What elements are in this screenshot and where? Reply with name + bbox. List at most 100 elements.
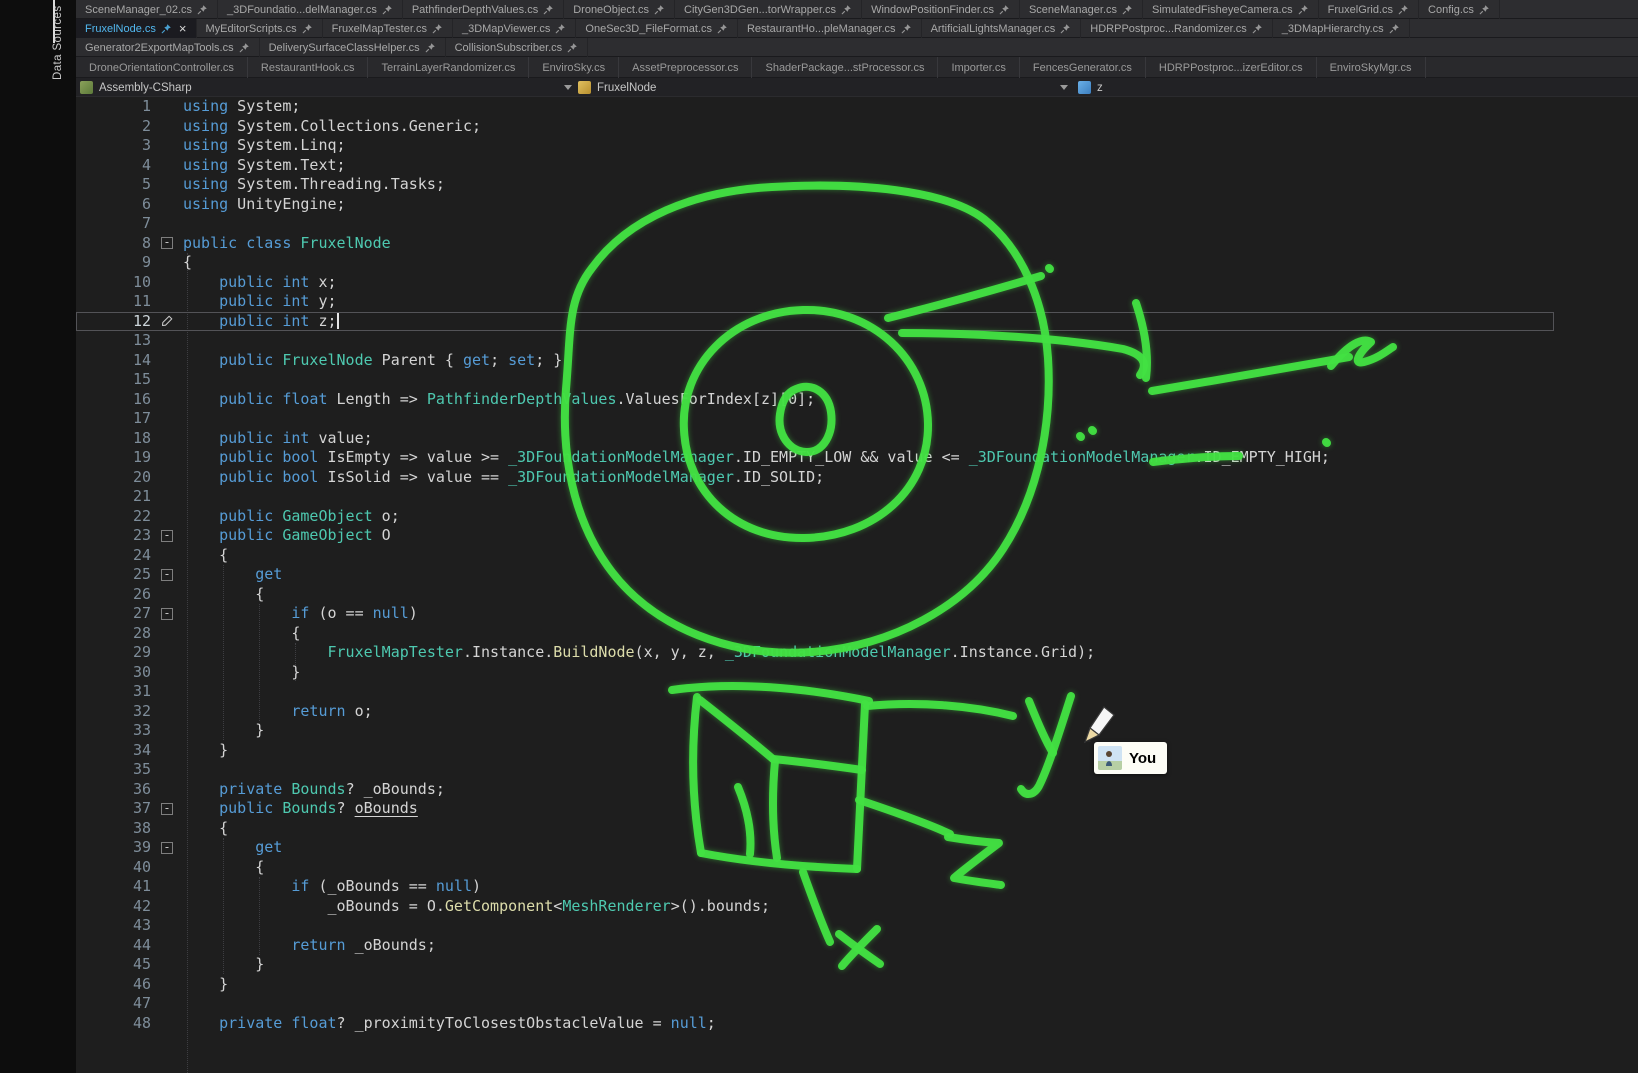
code-line-19[interactable]: 19 public bool IsEmpty => value >= _3DFo… [76,448,1554,468]
pin-icon[interactable] [432,23,443,34]
project-dropdown[interactable]: Assembly-CSharp [80,78,192,97]
code-line-30[interactable]: 30 } [76,663,1554,683]
code-line-20[interactable]: 20 public bool IsSolid => value == _3DFo… [76,468,1554,488]
tab-terrainlayerrandomizer-cs[interactable]: TerrainLayerRandomizer.cs [368,57,529,78]
pin-icon[interactable] [425,42,436,53]
tab-pathfinderdepthvalues-cs[interactable]: PathfinderDepthValues.cs [403,0,564,19]
code-line-40[interactable]: 40 { [76,858,1554,878]
tab-windowpositionfinder-cs[interactable]: WindowPositionFinder.cs [862,0,1020,19]
tab-droneorientationcontroller-cs[interactable]: DroneOrientationController.cs [76,57,248,78]
fold-collapse-icon[interactable]: - [151,565,183,585]
tab-scenemanager-02-cs[interactable]: SceneManager_02.cs [76,0,218,19]
code-line-22[interactable]: 22 public GameObject o; [76,507,1554,527]
type-dropdown[interactable]: FruxelNode [578,78,656,97]
code-line-1[interactable]: 1using System; [76,97,1554,117]
code-line-38[interactable]: 38 { [76,819,1554,839]
code-editor[interactable]: 1using System;2using System.Collections.… [76,97,1638,1073]
code-line-34[interactable]: 34 } [76,741,1554,761]
fold-collapse-icon[interactable]: - [151,838,183,858]
pin-icon[interactable] [302,23,313,34]
code-line-46[interactable]: 46 } [76,975,1554,995]
chevron-down-icon[interactable] [564,85,572,90]
tab-fruxelmaptester-cs[interactable]: FruxelMapTester.cs [323,19,453,38]
code-line-18[interactable]: 18 public int value; [76,429,1554,449]
tab-hdrppostproc-randomizer-cs[interactable]: HDRPPostproc...Randomizer.cs [1081,19,1273,38]
tab-collisionsubscriber-cs[interactable]: CollisionSubscriber.cs [446,38,589,57]
code-line-28[interactable]: 28 { [76,624,1554,644]
pin-icon[interactable] [1298,4,1309,15]
pin-icon[interactable] [1398,4,1409,15]
tab--3dmaphierarchy-cs[interactable]: _3DMapHierarchy.cs [1273,19,1410,38]
pin-icon[interactable] [555,23,566,34]
code-line-45[interactable]: 45 } [76,955,1554,975]
tab-generator2exportmaptools-cs[interactable]: Generator2ExportMapTools.cs [76,38,260,57]
code-line-13[interactable]: 13 [76,331,1554,351]
tab-fencesgenerator-cs[interactable]: FencesGenerator.cs [1020,57,1146,78]
tab-myeditorscripts-cs[interactable]: MyEditorScripts.cs [197,19,323,38]
tab--3dfoundatio-delmanager-cs[interactable]: _3DFoundatio...delManager.cs [218,0,403,19]
code-line-25[interactable]: 25- get [76,565,1554,585]
code-line-11[interactable]: 11 public int y; [76,292,1554,312]
pin-icon[interactable] [567,42,578,53]
code-line-27[interactable]: 27- if (o == null) [76,604,1554,624]
code-line-43[interactable]: 43 [76,916,1554,936]
code-line-41[interactable]: 41 if (_oBounds == null) [76,877,1554,897]
tab-fruxelgrid-cs[interactable]: FruxelGrid.cs [1319,0,1419,19]
tab-restaurantho-plemanager-cs[interactable]: RestaurantHo...pleManager.cs [738,19,922,38]
fold-collapse-icon[interactable]: - [151,234,183,254]
pin-icon[interactable] [841,4,852,15]
code-line-2[interactable]: 2using System.Collections.Generic; [76,117,1554,137]
code-line-9[interactable]: 9{ [76,253,1554,273]
tab-fruxelnode-cs[interactable]: FruxelNode.cs× [76,19,197,38]
tab--3dmapviewer-cs[interactable]: _3DMapViewer.cs [453,19,576,38]
code-line-8[interactable]: 8-public class FruxelNode [76,234,1554,254]
fold-collapse-icon[interactable]: - [151,526,183,546]
code-line-14[interactable]: 14 public FruxelNode Parent { get; set; … [76,351,1554,371]
pin-icon[interactable] [382,4,393,15]
data-sources-tab[interactable]: Data Sources [52,6,64,80]
code-line-24[interactable]: 24 { [76,546,1554,566]
code-line-12[interactable]: 12 public int z; [76,312,1554,332]
code-line-44[interactable]: 44 return _oBounds; [76,936,1554,956]
code-line-10[interactable]: 10 public int x; [76,273,1554,293]
code-line-32[interactable]: 32 return o; [76,702,1554,722]
code-line-23[interactable]: 23- public GameObject O [76,526,1554,546]
code-line-33[interactable]: 33 } [76,721,1554,741]
pin-icon[interactable] [1122,4,1133,15]
tab-envirosky-cs[interactable]: EnviroSky.cs [529,57,619,78]
member-dropdown[interactable]: z [1078,78,1103,97]
pin-icon[interactable] [901,23,912,34]
pin-icon[interactable] [999,4,1010,15]
code-line-29[interactable]: 29 FruxelMapTester.Instance.BuildNode(x,… [76,643,1554,663]
pin-icon[interactable] [239,42,250,53]
code-line-39[interactable]: 39- get [76,838,1554,858]
code-line-37[interactable]: 37- public Bounds? oBounds [76,799,1554,819]
code-line-36[interactable]: 36 private Bounds? _oBounds; [76,780,1554,800]
tab-hdrppostproc-izereditor-cs[interactable]: HDRPPostproc...izerEditor.cs [1146,57,1317,78]
tab-enviroskymgr-cs[interactable]: EnviroSkyMgr.cs [1317,57,1426,78]
code-line-17[interactable]: 17 [76,409,1554,429]
tab-config-cs[interactable]: Config.cs [1419,0,1500,19]
code-line-31[interactable]: 31 [76,682,1554,702]
pin-icon[interactable] [717,23,728,34]
tab-citygen3dgen-torwrapper-cs[interactable]: CityGen3DGen...torWrapper.cs [675,0,862,19]
tab-droneobject-cs[interactable]: DroneObject.cs [564,0,675,19]
code-line-15[interactable]: 15 [76,370,1554,390]
pin-icon[interactable] [1479,4,1490,15]
chevron-down-icon[interactable] [1060,85,1068,90]
pin-icon[interactable] [543,4,554,15]
code-line-6[interactable]: 6using UnityEngine; [76,195,1554,215]
tab-onesec3d-fileformat-cs[interactable]: OneSec3D_FileFormat.cs [576,19,738,38]
code-line-3[interactable]: 3using System.Linq; [76,136,1554,156]
tab-importer-cs[interactable]: Importer.cs [938,57,1019,78]
pin-icon[interactable] [654,4,665,15]
code-line-26[interactable]: 26 { [76,585,1554,605]
tab-assetpreprocessor-cs[interactable]: AssetPreprocessor.cs [619,57,752,78]
fold-collapse-icon[interactable]: - [151,604,183,624]
code-line-48[interactable]: 48 private float? _proximityToClosestObs… [76,1014,1554,1034]
tab-scenemanager-cs[interactable]: SceneManager.cs [1020,0,1143,19]
code-line-16[interactable]: 16 public float Length => PathfinderDept… [76,390,1554,410]
pin-icon[interactable] [197,4,208,15]
code-line-35[interactable]: 35 [76,760,1554,780]
tab-shaderpackage-stprocessor-cs[interactable]: ShaderPackage...stProcessor.cs [752,57,938,78]
